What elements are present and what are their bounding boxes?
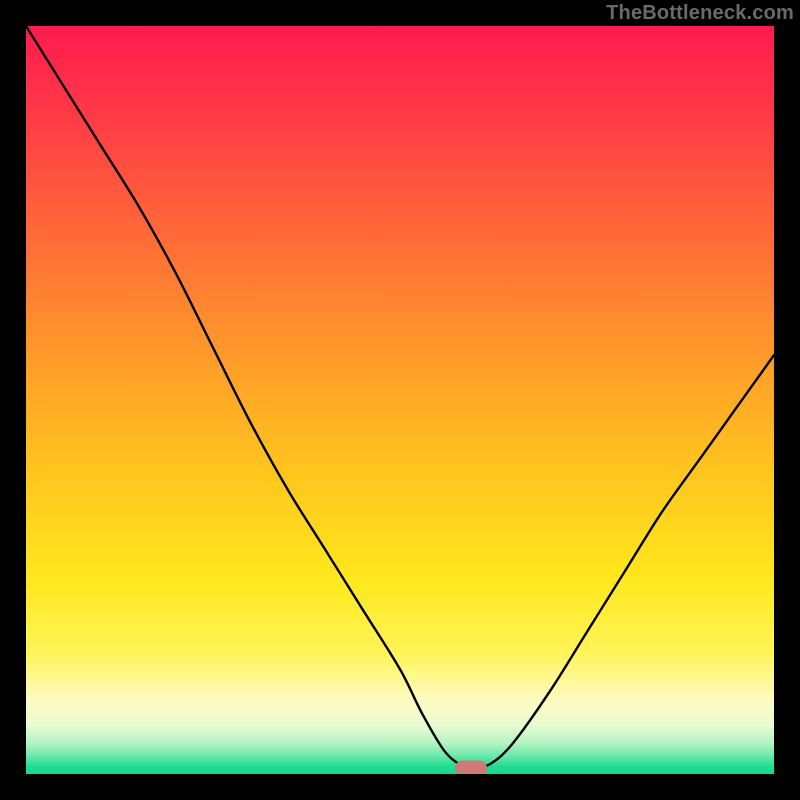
optimal-point-marker [455, 761, 487, 774]
chart-frame: TheBottleneck.com [0, 0, 800, 800]
bottleneck-curve [26, 26, 774, 774]
watermark-label: TheBottleneck.com [606, 2, 794, 25]
plot-area [26, 26, 774, 774]
